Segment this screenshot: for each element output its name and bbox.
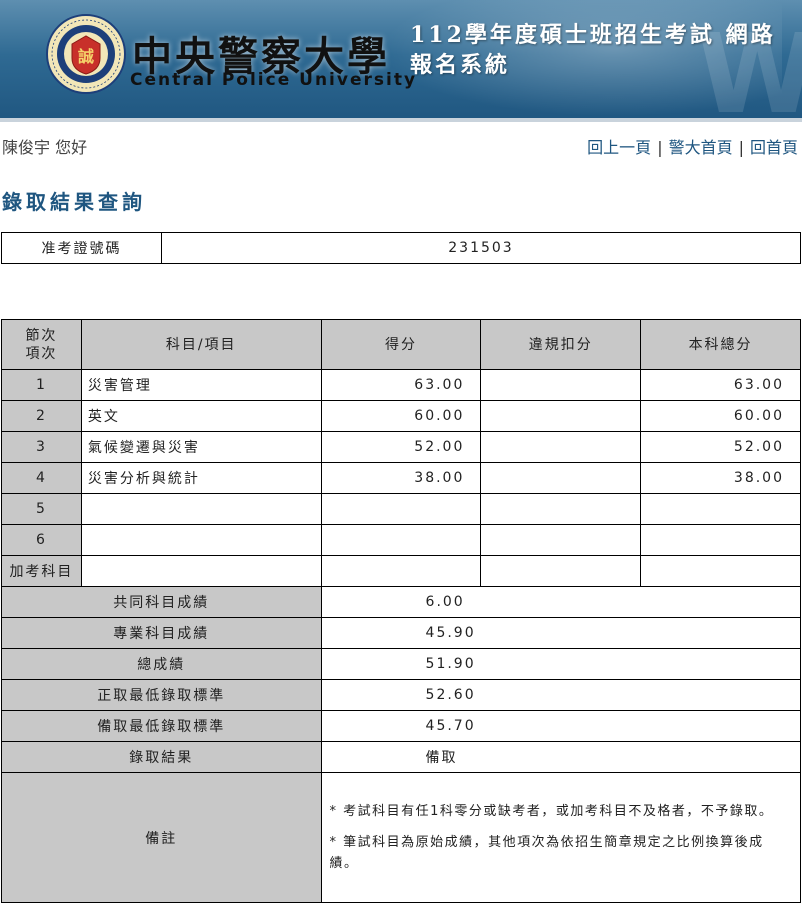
row-seq: 加考科目 (1, 555, 82, 587)
notes-label: 備註 (1, 772, 322, 903)
score-table: 節次 項次 科目/項目 得分 違規扣分 本科總分 1 災害管理 63.00 63.00 2… (1, 319, 802, 903)
row-penalty (480, 493, 642, 525)
nav-separator: | (738, 138, 744, 157)
summary-value: 45.70 (320, 710, 802, 742)
row-seq: 3 (1, 431, 82, 463)
row-total: 52.00 (640, 431, 801, 463)
row-total: 60.00 (640, 400, 801, 432)
summary-value: 52.60 (320, 679, 802, 711)
row-seq: 5 (1, 493, 82, 525)
note-2: * 筆試科目為原始成績，其他項次為依招生簡章規定之比例換算後成績。 (329, 835, 764, 871)
score-table-header: 節次 項次 科目/項目 得分 違規扣分 本科總分 (1, 319, 801, 370)
summary-label: 總成績 (1, 648, 322, 680)
row-subject: 災害管理 (80, 369, 322, 401)
score-row: 2 英文 60.00 60.00 (1, 400, 801, 432)
row-penalty (480, 369, 642, 401)
row-score: 60.00 (320, 400, 482, 432)
cpu-home-link[interactable]: 警大首頁 (669, 138, 733, 157)
row-seq: 4 (1, 462, 82, 494)
system-title-line1: 112學年度碩士班招生考試 網路 (410, 22, 776, 48)
score-row: 1 災害管理 63.00 63.00 (1, 369, 801, 401)
system-title: 112學年度碩士班招生考試 網路 報名系統 (410, 20, 790, 80)
summary-value: 6.00 (320, 586, 802, 618)
page-title: 錄取結果查詢 (2, 190, 146, 214)
system-title-line2: 報名系統 (410, 52, 511, 78)
row-subject (80, 555, 322, 587)
university-seal-logo: 誠 (46, 14, 126, 94)
row-penalty (480, 524, 642, 556)
row-penalty (480, 462, 642, 494)
row-subject (80, 524, 322, 556)
summary-value: 51.90 (320, 648, 802, 680)
ticket-value: 231503 (161, 232, 801, 264)
summary-row: 總成績 51.90 (1, 648, 802, 680)
header-banner: W 誠 中央警察大學 Central Police University 112… (0, 0, 802, 122)
summary-row: 正取最低錄取標準 52.60 (1, 679, 802, 711)
row-penalty (480, 555, 642, 587)
summary-value: 備取 (320, 741, 802, 773)
header-penalty: 違規扣分 (480, 319, 642, 370)
header-total: 本科總分 (640, 319, 801, 370)
score-row: 4 災害分析與統計 38.00 38.00 (1, 462, 801, 494)
summary-row: 專業科目成績 45.90 (1, 617, 802, 649)
header-seq: 節次 項次 (1, 319, 82, 370)
row-score: 38.00 (320, 462, 482, 494)
score-rows: 1 災害管理 63.00 63.00 2 英文 60.00 60.00 3 氣候變遷與災害 52.0… (1, 369, 801, 587)
notes-row: 備註 * 考試科目有任1科零分或缺考者，或加考科目不及格者，不予錄取。 * 筆試… (1, 772, 802, 903)
row-penalty (480, 431, 642, 463)
row-total (640, 493, 801, 525)
row-total: 63.00 (640, 369, 801, 401)
row-seq: 1 (1, 369, 82, 401)
header-score: 得分 (320, 319, 482, 370)
note-1: * 考試科目有任1科零分或缺考者，或加考科目不及格者，不予錄取。 (329, 804, 774, 819)
admission-ticket-table: 准考證號碼 231503 (1, 232, 801, 264)
summary-label: 共同科目成績 (1, 586, 322, 618)
header-subject: 科目/項目 (80, 319, 322, 370)
row-score: 63.00 (320, 369, 482, 401)
user-greeting: 陳俊宇 您好 (2, 138, 88, 157)
score-row: 3 氣候變遷與災害 52.00 52.00 (1, 431, 801, 463)
top-navigation: 回上一頁 | 警大首頁 | 回首頁 (587, 134, 798, 158)
summary-label: 專業科目成績 (1, 617, 322, 649)
banner-divider (0, 118, 802, 122)
summary-value: 45.90 (320, 617, 802, 649)
score-row: 加考科目 (1, 555, 801, 587)
header-seq-text: 節次 項次 (25, 327, 58, 362)
summary-label: 錄取結果 (1, 741, 322, 773)
summary-label: 正取最低錄取標準 (1, 679, 322, 711)
summary-row: 共同科目成績 6.00 (1, 586, 802, 618)
summary-row: 錄取結果 備取 (1, 741, 802, 773)
row-total: 38.00 (640, 462, 801, 494)
home-link[interactable]: 回首頁 (750, 138, 798, 157)
ticket-label: 准考證號碼 (1, 232, 162, 264)
row-total (640, 524, 801, 556)
row-subject: 英文 (80, 400, 322, 432)
brand-name-english: Central Police University (130, 70, 418, 90)
notes-content: * 考試科目有任1科零分或缺考者，或加考科目不及格者，不予錄取。 * 筆試科目為… (320, 772, 802, 903)
score-row: 6 (1, 524, 801, 556)
row-subject: 災害分析與統計 (80, 462, 322, 494)
logo-character: 誠 (78, 47, 94, 66)
row-subject: 氣候變遷與災害 (80, 431, 322, 463)
row-seq: 6 (1, 524, 82, 556)
summary-row: 備取最低錄取標準 45.70 (1, 710, 802, 742)
back-link[interactable]: 回上一頁 (587, 138, 651, 157)
score-row: 5 (1, 493, 801, 525)
row-seq: 2 (1, 400, 82, 432)
row-score: 52.00 (320, 431, 482, 463)
summary-rows: 共同科目成績 6.00 專業科目成績 45.90 總成績 51.90 正取最低錄取標準 52.… (1, 586, 802, 773)
row-total (640, 555, 801, 587)
nav-separator: | (657, 138, 663, 157)
row-subject (80, 493, 322, 525)
row-score (320, 555, 482, 587)
summary-label: 備取最低錄取標準 (1, 710, 322, 742)
row-score (320, 524, 482, 556)
row-penalty (480, 400, 642, 432)
row-score (320, 493, 482, 525)
